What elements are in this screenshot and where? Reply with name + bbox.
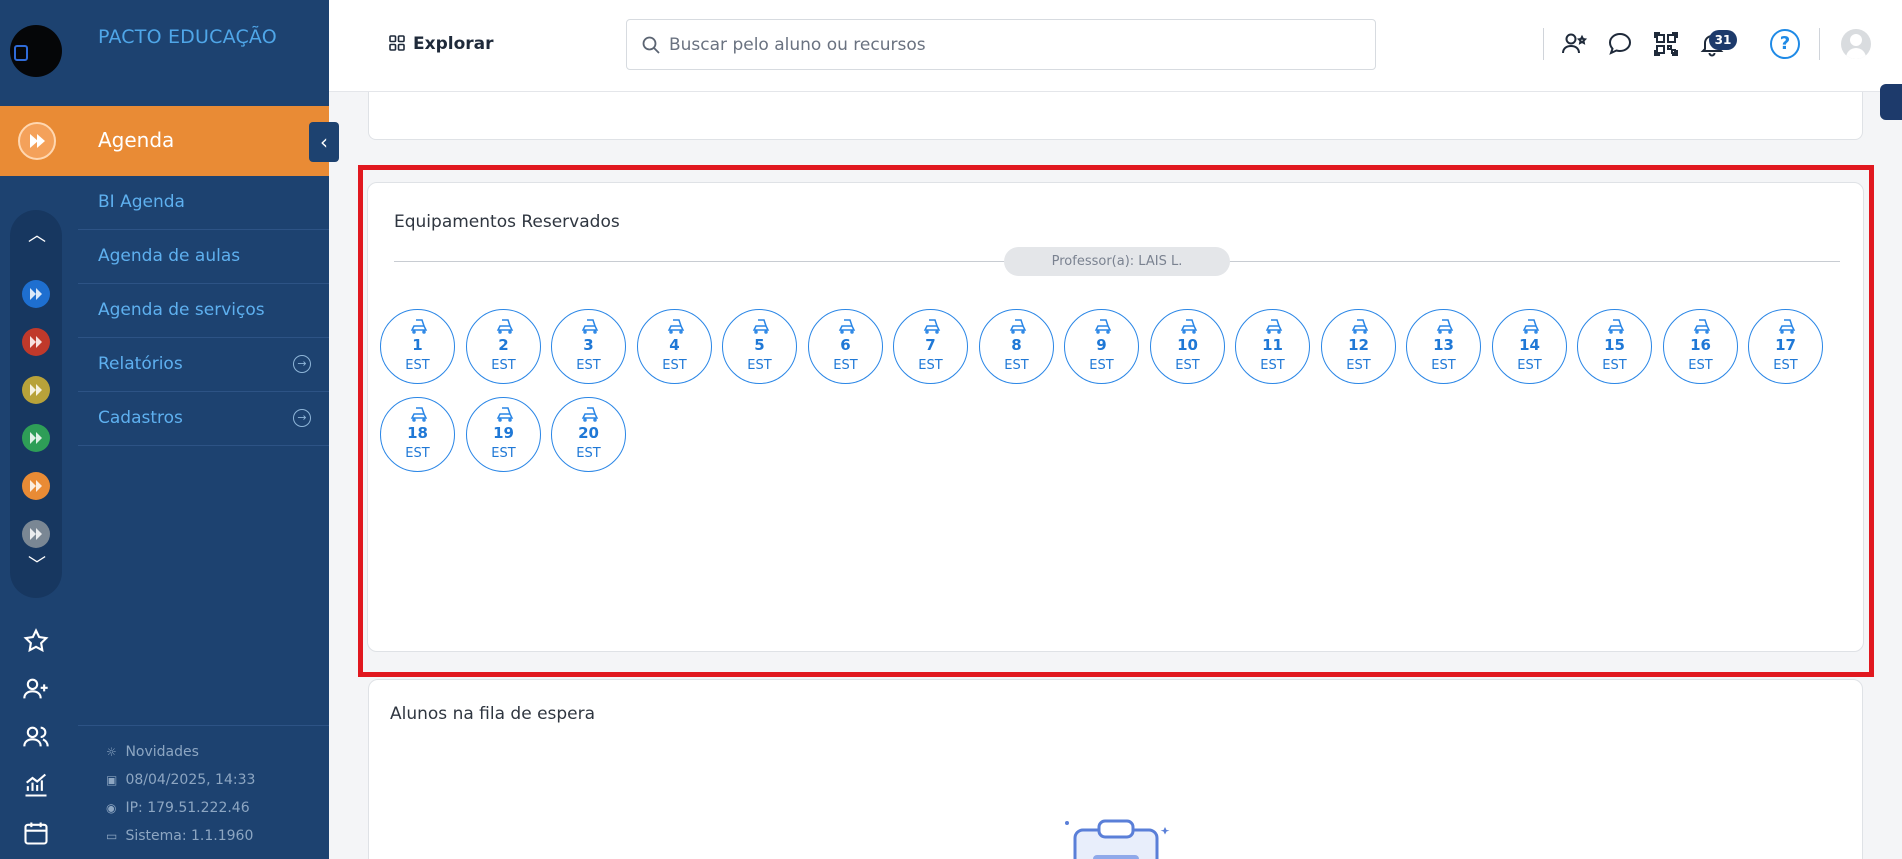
active-module[interactable] [0,106,78,176]
users-icon[interactable] [22,723,50,751]
previous-card [368,92,1863,140]
waitlist-card: Alunos na fila de espera [368,679,1863,859]
nav-item-label: Agenda de serviços [98,300,265,320]
highlight-frame [358,165,1874,677]
module-switcher: ︿ ﹀ [10,210,62,598]
avatar[interactable] [1841,29,1871,59]
sidebar: PACTO EDUCAÇÃO Agenda BI Agenda Agenda de… [78,0,329,859]
collapse-sidebar-button[interactable]: ‹ [309,122,339,162]
location-icon: ◉ [106,801,117,815]
toolbar-divider-2 [1819,28,1820,60]
chevron-down-icon[interactable]: ﹀ [28,557,46,575]
arrow-circle-icon: → [293,355,311,373]
nav-item-agenda[interactable]: Agenda [78,106,329,176]
side-panel-toggle[interactable] [1880,84,1902,120]
system-label: Sistema: 1.1.1960 [125,828,254,844]
chat-icon[interactable] [1606,30,1634,58]
lightbulb-icon: ☼ [106,745,117,759]
sidebar-footer: ☼ Novidades ▣ 08/04/2025, 14:33 ◉ IP: 17… [78,725,329,856]
star-icon[interactable] [22,627,50,655]
waitlist-title: Alunos na fila de espera [390,704,596,724]
module-icon[interactable] [22,328,50,356]
grid-icon [389,35,405,51]
notification-badge: 31 [1709,30,1737,50]
clipboard-illustration-icon [1065,819,1170,859]
help-icon[interactable]: ? [1770,29,1800,59]
calendar-icon[interactable] [22,819,50,847]
module-icon[interactable] [22,280,50,308]
brand-name: PACTO EDUCAÇÃO [98,26,277,48]
nav-list: BI Agenda Agenda de aulas Agenda de serviç… [78,176,329,446]
module-icon[interactable] [22,472,50,500]
news-label: Novidades [125,744,199,760]
datetime-label: 08/04/2025, 14:33 [125,772,256,788]
explore-label: Explorar [413,34,494,54]
nav-item-label: BI Agenda [98,192,185,212]
calendar-small-icon: ▣ [106,773,118,787]
company-logo[interactable] [10,25,62,77]
arrow-circle-icon: → [293,409,311,427]
nav-item-label: Cadastros [98,408,183,428]
search-icon [642,36,660,54]
nav-item-agenda-de-aulas[interactable]: Agenda de aulas [78,230,329,284]
nav-item-cadastros[interactable]: Cadastros → [78,392,329,446]
ip-row: ◉ IP: 179.51.222.46 [106,800,329,828]
nav-item-label: Relatórios [98,354,183,374]
module-icon[interactable] [22,520,50,548]
system-row: ▭ Sistema: 1.1.1960 [106,828,329,856]
nav-item-label: Agenda de aulas [98,246,241,266]
chart-icon[interactable] [22,771,50,799]
search-box [626,19,1376,70]
news-link[interactable]: ☼ Novidades [106,744,329,772]
nav-item-relatórios[interactable]: Relatórios → [78,338,329,392]
monitor-icon: ▭ [106,829,118,843]
search-input[interactable] [669,32,1349,58]
module-rail: ︿ ﹀ [0,0,78,859]
nav-item-agenda-de-serviços[interactable]: Agenda de serviços [78,284,329,338]
qrcode-icon[interactable] [1652,30,1680,58]
add-user-icon[interactable] [22,675,50,703]
nav-item-bi-agenda[interactable]: BI Agenda [78,176,329,230]
agenda-module-icon [18,122,56,160]
chevron-up-icon[interactable]: ︿ [28,227,46,245]
datetime-row: ▣ 08/04/2025, 14:33 [106,772,329,800]
ip-label: IP: 179.51.222.46 [125,800,250,816]
toolbar-divider [1543,28,1544,60]
add-student-icon[interactable] [1560,30,1588,58]
module-icon[interactable] [22,424,50,452]
module-icon[interactable] [22,376,50,404]
explore-button[interactable]: Explorar [389,34,494,54]
top-bar: Explorar 31 ? [329,0,1902,92]
